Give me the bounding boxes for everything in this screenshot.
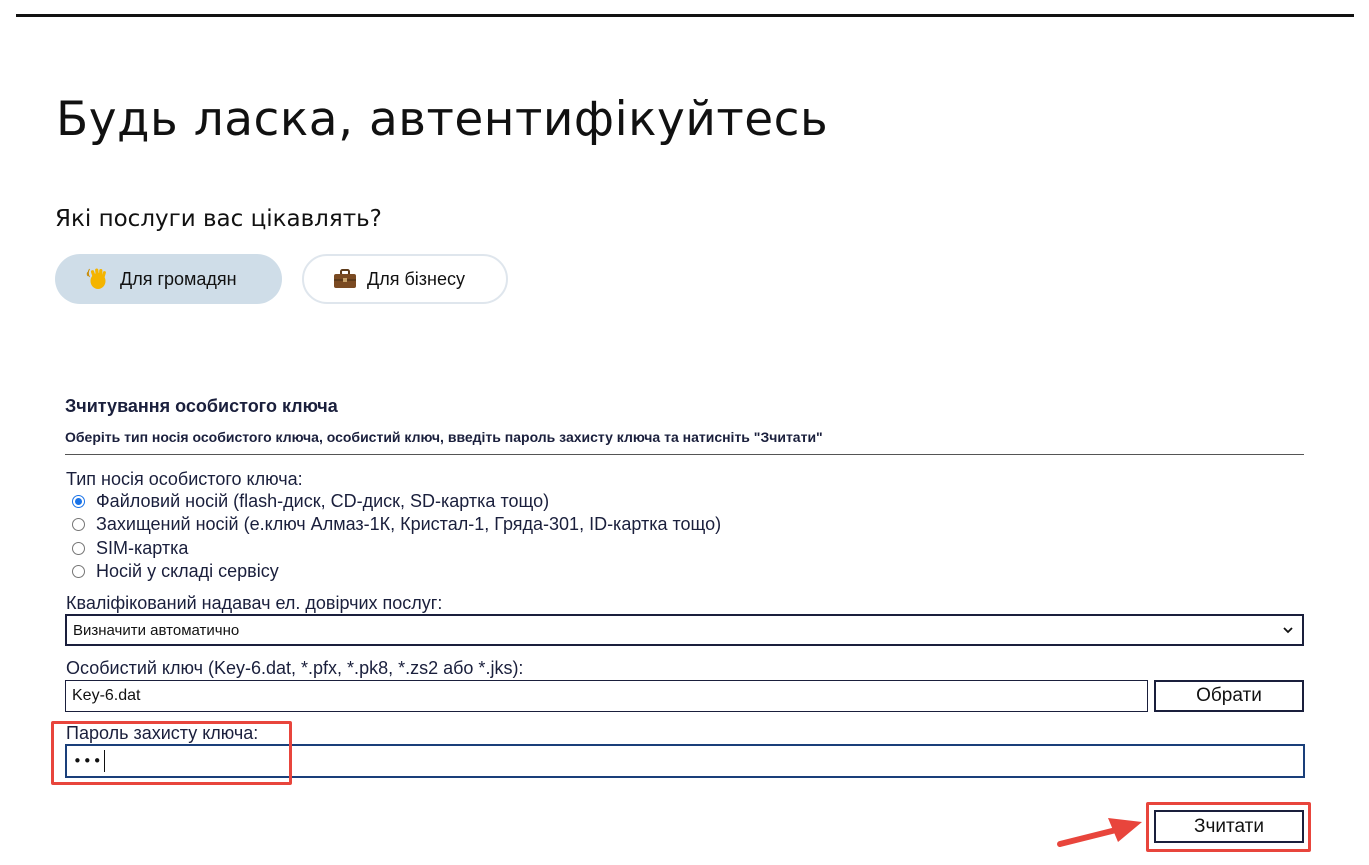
services-heading: Які послуги вас цікавлять? (55, 206, 382, 232)
browse-button[interactable]: Обрати (1154, 680, 1304, 712)
for-citizens-button[interactable]: Для громадян (55, 254, 282, 304)
provider-select[interactable]: Визначити автоматично (65, 614, 1304, 646)
media-option-sim[interactable]: SIM-картка (72, 538, 188, 559)
media-option-file[interactable]: Файловий носій (flash-диск, CD-диск, SD-… (72, 491, 549, 512)
media-option-label: Захищений носій (е.ключ Алмаз-1К, Криста… (96, 514, 722, 534)
radio-button[interactable] (72, 518, 85, 531)
key-file-label: Особистий ключ (Key-6.dat, *.pfx, *.pk8,… (66, 658, 524, 678)
media-option-label: Файловий носій (flash-диск, CD-диск, SD-… (96, 491, 550, 511)
for-citizens-label: Для громадян (120, 268, 237, 289)
provider-label: Кваліфікований надавач ел. довірчих посл… (66, 593, 443, 613)
media-option-secure[interactable]: Захищений носій (е.ключ Алмаз-1К, Криста… (72, 514, 721, 535)
media-option-label: Носій у складі сервісу (96, 561, 279, 581)
key-reading-title: Зчитування особистого ключа (65, 396, 338, 416)
red-arrow-icon (1052, 808, 1148, 856)
top-divider (16, 14, 1354, 17)
media-option-service[interactable]: Носій у складі сервісу (72, 561, 279, 582)
media-option-label: SIM-картка (96, 538, 189, 558)
radio-button[interactable] (72, 542, 85, 555)
waving-hand-icon (85, 266, 111, 292)
radio-button[interactable] (72, 565, 85, 578)
briefcase-icon (332, 266, 358, 292)
section-divider (65, 454, 1304, 455)
provider-selected-value: Визначити автоматично (73, 621, 240, 639)
for-business-label: Для бізнесу (367, 268, 465, 289)
for-business-button[interactable]: Для бізнесу (302, 254, 508, 304)
radio-button-checked[interactable] (72, 495, 85, 508)
read-button-highlight-box (1146, 802, 1311, 852)
page-title: Будь ласка, автентифікуйтесь (56, 92, 829, 147)
key-file-field[interactable]: Key-6.dat (65, 680, 1148, 712)
chevron-down-icon (1282, 623, 1294, 640)
media-type-label: Тип носія особистого ключа: (66, 469, 303, 489)
password-highlight-box (51, 721, 292, 785)
key-reading-instructions: Оберіть тип носія особистого ключа, особ… (65, 429, 823, 445)
